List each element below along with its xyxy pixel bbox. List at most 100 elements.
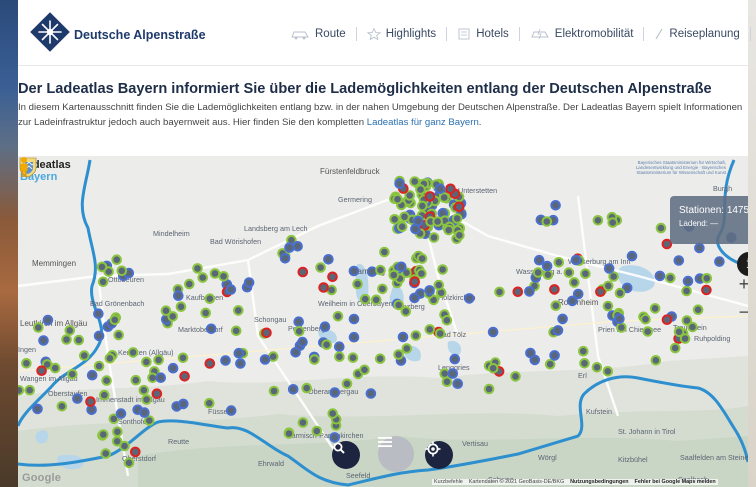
charging-station-marker[interactable] [614, 313, 625, 324]
charging-station-marker[interactable] [175, 301, 187, 312]
charging-station-marker[interactable] [483, 383, 495, 395]
charging-station-marker[interactable] [359, 293, 371, 305]
charging-station-marker[interactable] [127, 347, 139, 358]
charging-station-marker[interactable] [454, 230, 465, 241]
charging-station-marker[interactable] [393, 349, 404, 360]
charging-station-marker[interactable] [447, 368, 459, 379]
charging-station-marker[interactable] [494, 286, 505, 298]
charging-station-marker[interactable] [396, 221, 408, 232]
charging-station-marker[interactable] [329, 387, 341, 398]
charging-station-marker[interactable] [464, 293, 475, 304]
charging-station-marker[interactable] [32, 322, 44, 333]
charging-station-marker[interactable] [138, 384, 150, 396]
charging-station-marker[interactable] [542, 269, 554, 280]
charging-station-marker[interactable] [197, 272, 208, 283]
charging-station-marker[interactable] [409, 292, 420, 304]
charging-station-marker[interactable] [130, 374, 142, 386]
charging-station-marker[interactable] [451, 213, 463, 224]
charging-station-marker[interactable] [141, 394, 152, 405]
charging-station-marker[interactable] [123, 457, 135, 469]
charging-station-marker[interactable] [141, 356, 152, 368]
charging-station-marker[interactable] [204, 293, 216, 304]
charging-station-marker[interactable] [334, 341, 345, 352]
charging-station-marker[interactable] [392, 193, 403, 205]
charging-station-marker[interactable] [42, 314, 54, 326]
charging-station-marker[interactable] [602, 366, 614, 377]
charging-station-marker[interactable] [434, 183, 446, 195]
charging-station-marker[interactable] [268, 385, 280, 397]
charging-station-marker[interactable] [104, 353, 116, 364]
charging-station-marker[interactable] [179, 371, 190, 382]
charging-station-marker[interactable] [93, 360, 105, 372]
charging-station-marker[interactable] [86, 404, 97, 416]
charging-station-marker[interactable] [301, 382, 313, 394]
charging-station-marker[interactable] [93, 330, 105, 342]
charging-station-marker[interactable] [348, 331, 360, 343]
charging-station-marker[interactable] [394, 178, 405, 189]
charging-station-marker[interactable] [441, 315, 453, 326]
charging-station-marker[interactable] [96, 261, 108, 273]
charging-station-marker[interactable] [397, 331, 409, 343]
charging-station-marker[interactable] [424, 285, 435, 296]
charging-station-marker[interactable] [67, 368, 78, 380]
charging-station-marker[interactable] [318, 282, 329, 293]
charging-station-marker[interactable] [432, 216, 443, 227]
charging-station-marker[interactable] [687, 321, 698, 333]
charging-station-marker[interactable] [334, 351, 345, 362]
charging-station-marker[interactable] [412, 215, 424, 227]
charging-station-marker[interactable] [235, 358, 246, 369]
charging-station-marker[interactable] [287, 384, 299, 395]
charging-station-marker[interactable] [417, 200, 428, 212]
charging-station-marker[interactable] [18, 385, 25, 396]
charging-station-marker[interactable] [701, 284, 712, 296]
charging-station-marker[interactable] [570, 254, 582, 266]
charging-station-marker[interactable] [673, 255, 685, 266]
charging-station-marker[interactable] [290, 347, 301, 358]
charging-station-marker[interactable] [85, 396, 96, 407]
charging-station-marker[interactable] [319, 321, 331, 332]
charging-station-marker[interactable] [487, 326, 499, 338]
charging-station-marker[interactable] [453, 201, 465, 213]
charging-station-marker[interactable] [153, 354, 164, 366]
alpenstrasse-logo-icon[interactable] [30, 12, 70, 52]
charging-station-marker[interactable] [379, 246, 390, 258]
charging-station-marker[interactable] [445, 183, 456, 195]
charging-station-marker[interactable] [359, 364, 370, 376]
charging-station-marker[interactable] [665, 272, 676, 284]
charging-station-marker[interactable] [130, 446, 141, 458]
charging-station-marker[interactable] [544, 358, 556, 370]
charging-station-marker[interactable] [557, 313, 568, 325]
charging-station-marker[interactable] [428, 232, 440, 243]
charging-station-marker[interactable] [607, 217, 619, 228]
charging-station-marker[interactable] [233, 305, 244, 316]
charging-station-marker[interactable] [341, 378, 353, 390]
charging-station-marker[interactable] [549, 284, 560, 295]
charging-station-marker[interactable] [694, 242, 705, 254]
charging-station-marker[interactable] [415, 184, 426, 195]
charging-station-marker[interactable] [424, 191, 436, 202]
charging-station-marker[interactable] [178, 398, 189, 410]
charging-station-marker[interactable] [32, 403, 43, 415]
charging-station-marker[interactable] [374, 353, 386, 364]
charging-station-marker[interactable] [553, 257, 565, 268]
charging-station-marker[interactable] [220, 355, 231, 366]
charging-station-marker[interactable] [311, 425, 323, 437]
charging-station-marker[interactable] [682, 275, 694, 287]
charging-station-marker[interactable] [524, 286, 535, 297]
charging-station-marker[interactable] [416, 253, 428, 264]
charging-station-marker[interactable] [61, 334, 72, 345]
charging-station-marker[interactable] [399, 211, 410, 223]
charging-station-marker[interactable] [283, 428, 295, 439]
charging-station-marker[interactable] [284, 242, 295, 253]
charging-station-marker[interactable] [116, 265, 128, 277]
nav-reiseplanung[interactable]: Reiseplanung [654, 28, 740, 40]
menu-button[interactable] [378, 436, 414, 472]
charging-station-marker[interactable] [86, 369, 98, 381]
charging-station-marker[interactable] [21, 358, 32, 369]
charging-station-marker[interactable] [449, 353, 461, 365]
charging-station-marker[interactable] [409, 276, 421, 287]
charging-station-marker[interactable] [365, 388, 377, 399]
charging-station-marker[interactable] [24, 384, 35, 396]
charging-station-marker[interactable] [348, 313, 360, 325]
charging-station-marker[interactable] [377, 283, 388, 295]
